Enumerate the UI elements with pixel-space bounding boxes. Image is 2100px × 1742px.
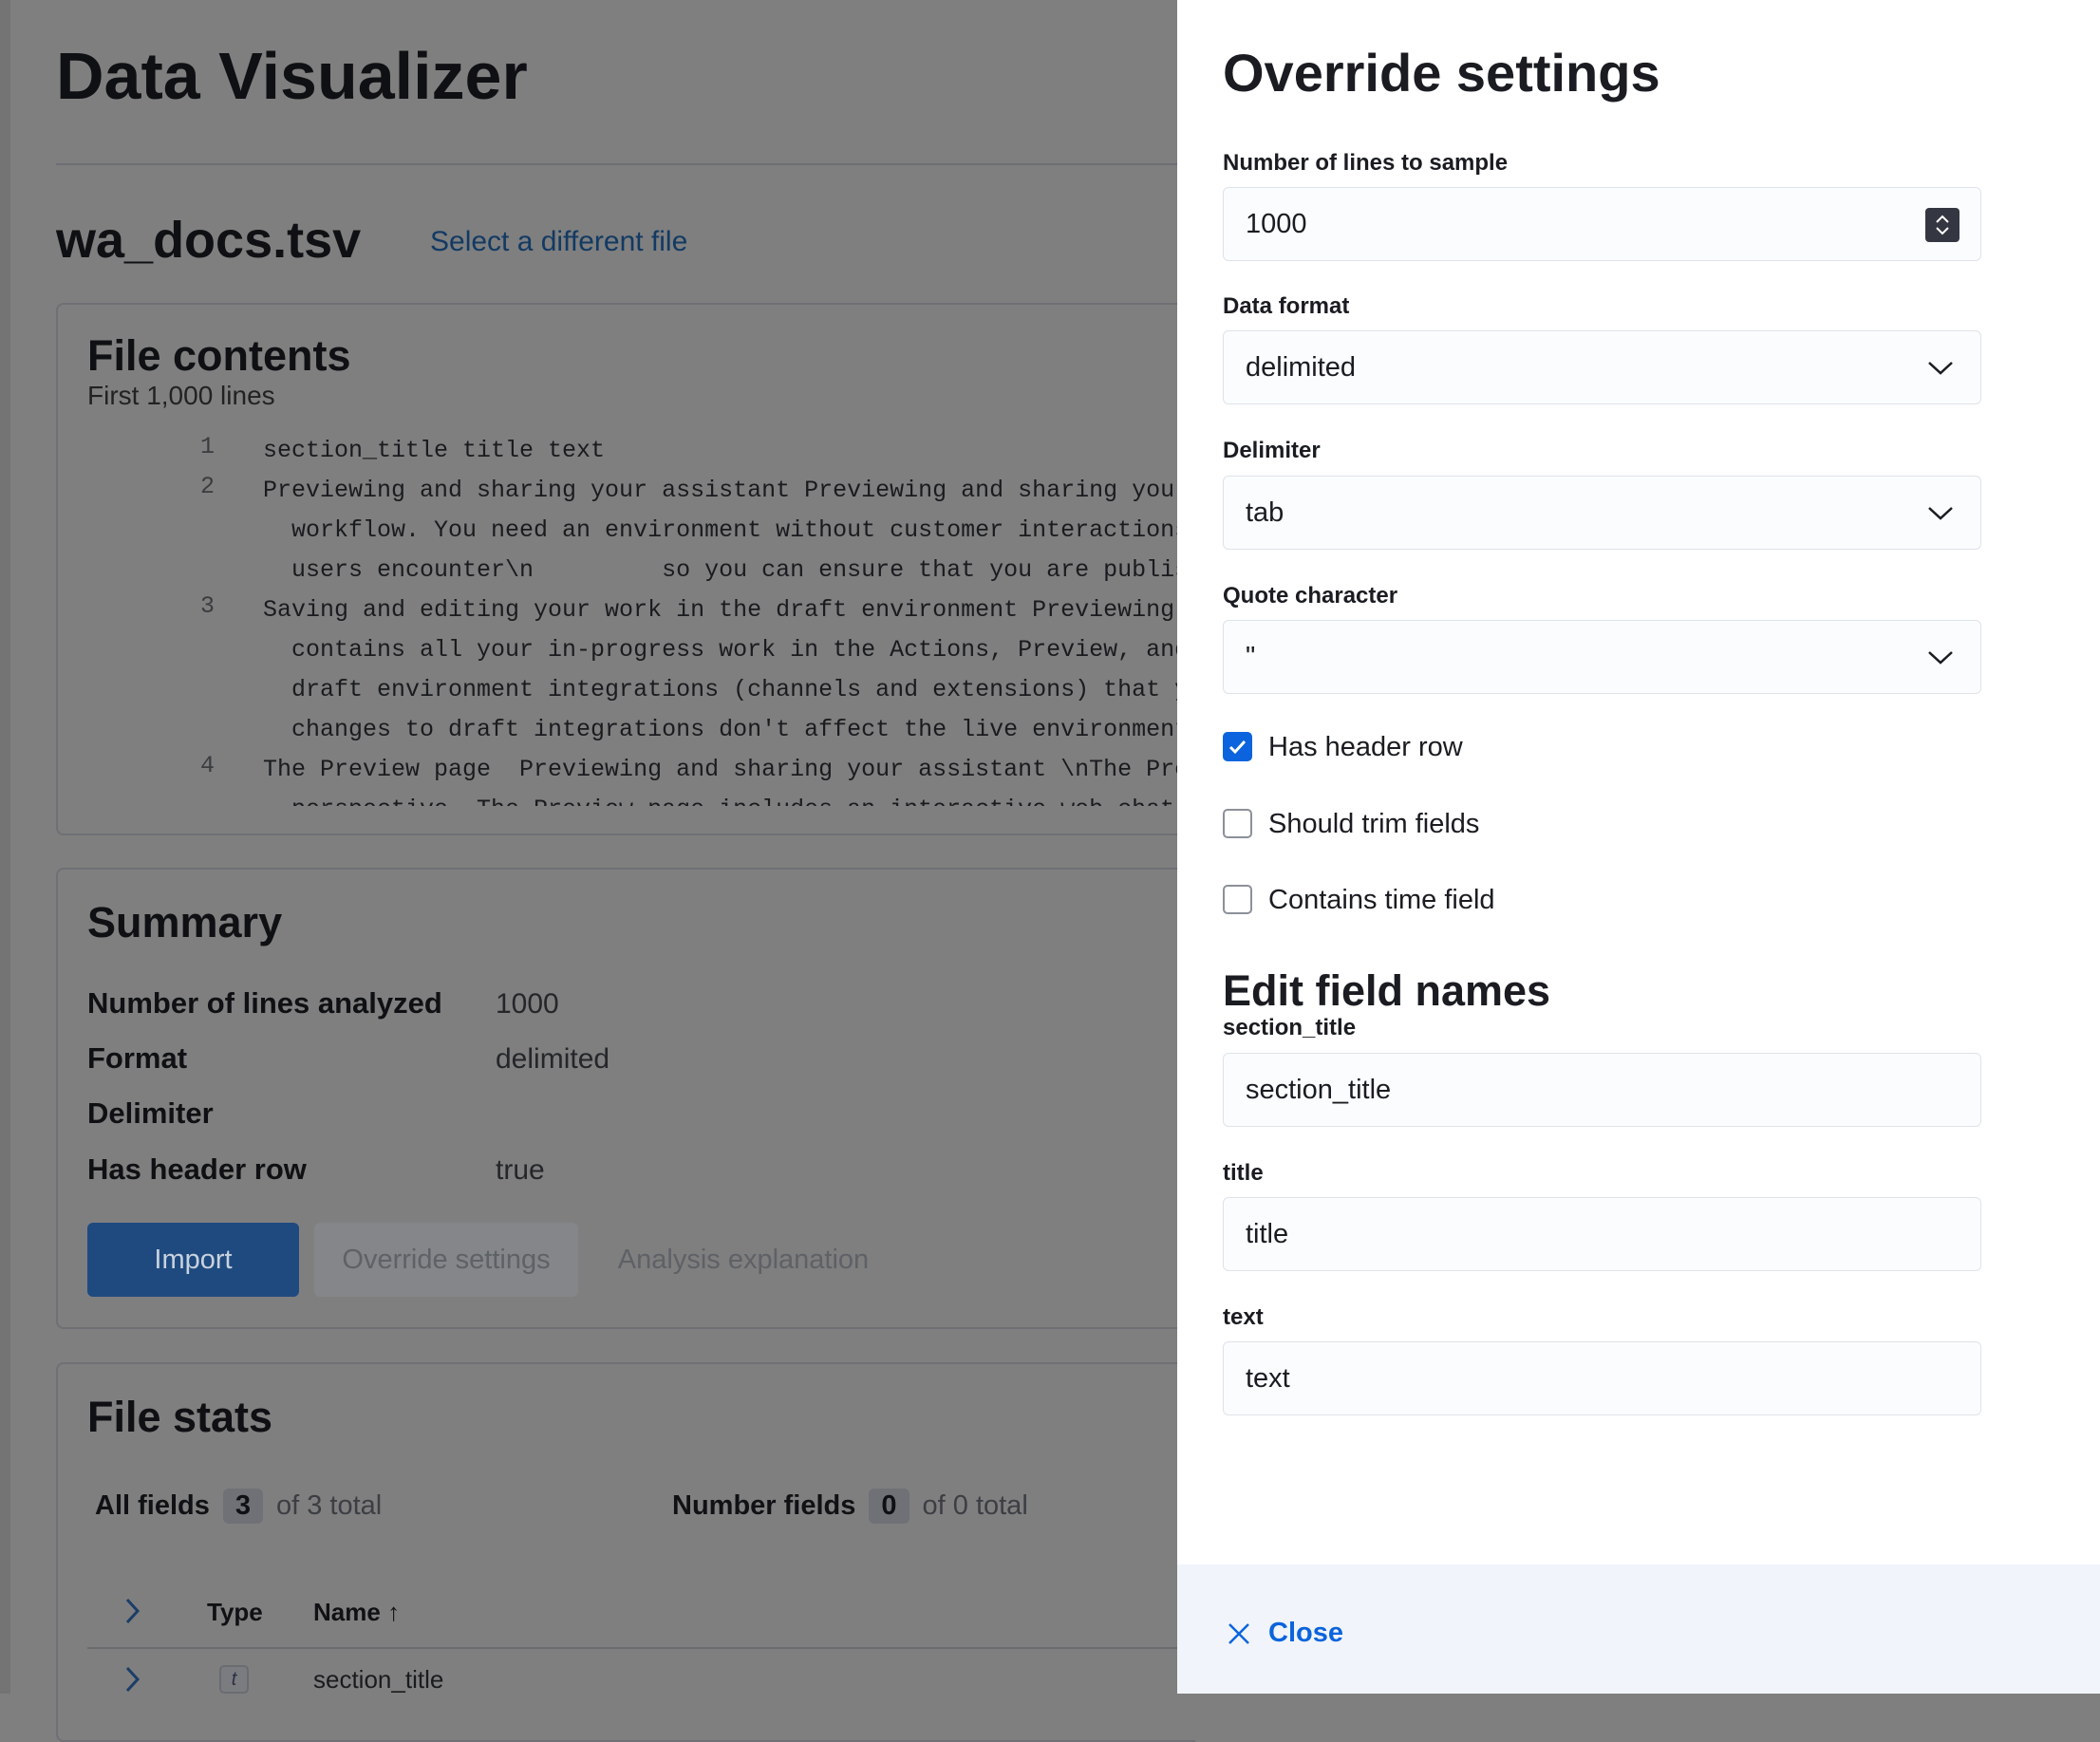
code-line: draft environment integrations (channels…	[263, 676, 1178, 703]
analysis-explanation-button[interactable]: Analysis explanation	[601, 1223, 886, 1297]
quote-character-label: Quote character	[1223, 583, 1398, 609]
number-stepper-icon[interactable]	[1925, 208, 1959, 242]
all-fields-count[interactable]: All fields 3 of 3 total	[95, 1489, 382, 1524]
summary-label: Format	[87, 1041, 188, 1075]
code-line: changes to draft integrations don't affe…	[263, 716, 1178, 743]
file-contents-panel: File contents First 1,000 lines 1 section…	[56, 303, 1195, 835]
should-trim-fields-checkbox[interactable]	[1223, 809, 1252, 838]
number-fields-total: of 0 total	[922, 1490, 1028, 1521]
code-line: The Preview page Previewing and sharing …	[263, 756, 1178, 783]
summary-label: Has header row	[87, 1152, 307, 1186]
field-name-input-section-title[interactable]: section_title	[1223, 1053, 1981, 1127]
close-icon	[1228, 1622, 1249, 1644]
sort-ascending-icon: ↑	[387, 1598, 401, 1626]
field-label: text	[1223, 1304, 1264, 1330]
line-number: 1	[200, 433, 216, 460]
should-trim-fields-label[interactable]: Should trim fields	[1268, 809, 1479, 840]
line-number: 4	[200, 752, 216, 779]
lines-value: 1000	[1246, 208, 1307, 239]
number-fields-badge: 0	[869, 1489, 909, 1524]
summary-value: delimited	[496, 1043, 610, 1075]
table-divider	[87, 1647, 1177, 1649]
delimiter-label: Delimiter	[1223, 438, 1321, 463]
override-settings-flyout: Override settings Number of lines to sam…	[1177, 0, 2100, 1694]
checkmark-icon	[1228, 740, 1247, 755]
select-different-file-link[interactable]: Select a different file	[430, 226, 687, 258]
field-name-input-text[interactable]: text	[1223, 1341, 1981, 1415]
data-format-label: Data format	[1223, 293, 1350, 319]
number-fields-count[interactable]: Number fields 0 of 0 total	[672, 1489, 1028, 1524]
summary-value: true	[496, 1154, 545, 1186]
data-format-value: delimited	[1246, 351, 1357, 383]
summary-value: 1000	[496, 988, 559, 1020]
code-line: section_title title text	[263, 437, 606, 464]
column-type[interactable]: Type	[207, 1598, 263, 1627]
all-fields-total: of 3 total	[276, 1490, 383, 1521]
code-line: Saving and editing your work in the draf…	[263, 596, 1178, 624]
code-line: Previewing and sharing your assistant Pr…	[263, 477, 1178, 504]
all-fields-label: All fields	[95, 1490, 210, 1521]
column-name-label: Name	[313, 1598, 381, 1626]
text-type-icon: t	[219, 1665, 249, 1694]
summary-title: Summary	[87, 898, 283, 946]
file-name: wa_docs.tsv	[56, 212, 362, 269]
file-contents-title: File contents	[87, 331, 351, 380]
field-name-input-title[interactable]: title	[1223, 1197, 1981, 1271]
summary-label: Number of lines analyzed	[87, 986, 442, 1020]
chevron-down-icon	[1928, 651, 1953, 665]
edit-field-names-title: Edit field names	[1223, 966, 1551, 1015]
code-line: perspective. The Preview page includes a…	[263, 790, 1178, 806]
import-button[interactable]: Import	[87, 1223, 299, 1297]
expand-all-chevron-icon[interactable]	[123, 1597, 142, 1625]
all-fields-badge: 3	[222, 1489, 263, 1524]
left-edge	[0, 0, 10, 1694]
code-line: users encounter\n so you can ensure that…	[263, 556, 1178, 584]
has-header-row-checkbox[interactable]	[1223, 732, 1252, 761]
file-contents-subtitle: First 1,000 lines	[87, 381, 275, 410]
divider	[56, 163, 1177, 165]
chevron-down-icon	[1928, 362, 1953, 375]
flyout-footer: Close	[1177, 1564, 2100, 1694]
lines-label: Number of lines to sample	[1223, 150, 1509, 176]
line-number: 2	[200, 473, 216, 500]
contains-time-field-checkbox[interactable]	[1223, 885, 1252, 914]
contains-time-field-label[interactable]: Contains time field	[1268, 885, 1495, 916]
code-line: workflow. You need an environment withou…	[263, 516, 1178, 544]
chevron-down-icon	[1928, 507, 1953, 520]
field-label: section_title	[1223, 1015, 1357, 1040]
data-format-select[interactable]: delimited	[1223, 330, 1981, 404]
quote-character-value: "	[1246, 641, 1256, 672]
has-header-row-label[interactable]: Has header row	[1268, 732, 1463, 763]
file-stats-title: File stats	[87, 1393, 273, 1441]
page-title: Data Visualizer	[56, 39, 528, 113]
line-number: 3	[200, 592, 216, 620]
summary-label: Delimiter	[87, 1096, 214, 1130]
file-contents-code[interactable]: 1 section_title title text 2 Previewing and…	[58, 431, 1178, 806]
expand-row-chevron-icon[interactable]	[123, 1665, 142, 1694]
flyout-title: Override settings	[1223, 43, 1660, 103]
override-settings-button[interactable]: Override settings	[314, 1223, 578, 1297]
number-fields-label: Number fields	[672, 1490, 856, 1521]
delimiter-value: tab	[1246, 496, 1284, 528]
quote-character-select[interactable]: "	[1223, 620, 1981, 694]
column-name[interactable]: Name ↑	[313, 1598, 400, 1627]
field-label: title	[1223, 1160, 1264, 1186]
field-name: section_title	[313, 1665, 444, 1694]
close-label: Close	[1268, 1618, 1343, 1648]
delimiter-select[interactable]: tab	[1223, 476, 1981, 550]
close-button[interactable]: Close	[1227, 1618, 1343, 1649]
lines-to-sample-input[interactable]: 1000	[1223, 187, 1981, 261]
code-line: contains all your in-progress work in th…	[263, 636, 1178, 664]
